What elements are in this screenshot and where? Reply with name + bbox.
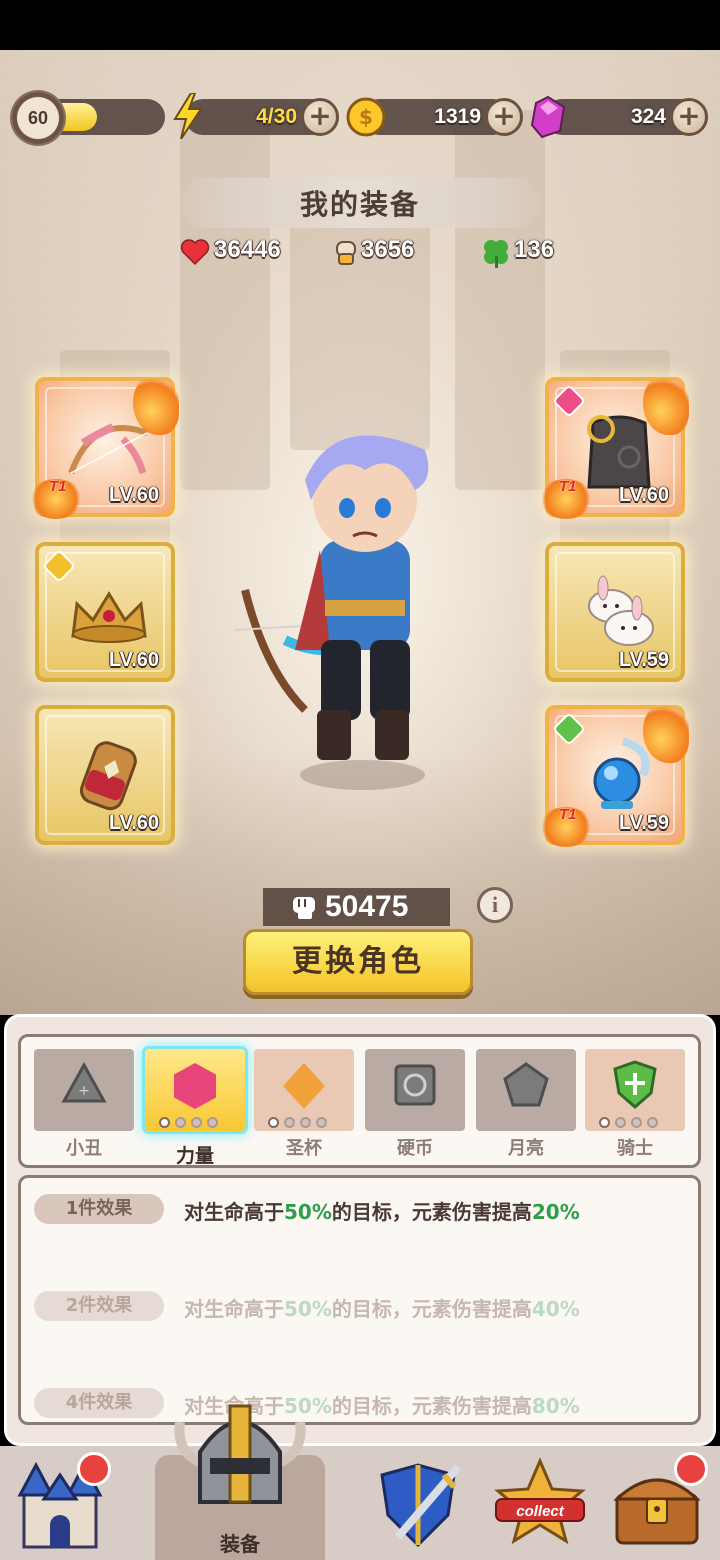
heart-icon [180,239,210,266]
hp-stat: 36446 [180,236,310,268]
gem-value: 324 [630,105,666,128]
effect-badge: 2件效果 [34,1291,164,1321]
drop-icon: + [61,1061,107,1103]
coin-set-icon [394,1064,436,1106]
boots-slot[interactable]: LV.59 [545,542,685,682]
info-icon[interactable]: i [477,887,513,923]
change-character-button[interactable]: 更换角色 [243,929,473,995]
tab-label: 圣杯 [286,1138,322,1159]
status-bar [0,0,720,50]
hero-archer-character[interactable] [225,410,495,800]
hp-value: 36446 [214,236,281,263]
crown-icon [71,591,147,643]
add-energy-button[interactable]: + [301,98,339,136]
nav-battle[interactable] [368,1455,468,1555]
gem-icon [530,95,566,139]
coin-value: 1319 [434,105,481,128]
slot-level: LV.59 [618,649,669,671]
tab-label: 硬币 [397,1138,433,1159]
orb-slot[interactable]: T1 LV.59 [539,703,689,847]
tier-label: T1 [559,806,577,823]
knight-helmet-icon[interactable] [170,1392,310,1522]
crystal-orb-icon [593,737,650,809]
set-progress-dots [159,1113,223,1132]
tab-label: 力量 [175,1145,214,1167]
armor-slot[interactable]: T1 LV.60 [539,375,689,519]
collect-star-icon: collect [494,1457,586,1545]
effect-description: 对生命高于50%的目标，元素伤害提高20% [184,1200,580,1224]
slot-level: LV.60 [108,484,159,506]
tab-grail[interactable] [254,1049,354,1131]
add-coins-button[interactable]: + [485,98,523,136]
effect-badge: 1件效果 [34,1194,164,1224]
sword-shield-icon [380,1463,462,1548]
set-progress-dots [599,1113,663,1132]
lightning-icon [173,93,203,139]
armor-icon [587,415,651,489]
nav-equipment-label[interactable]: 装备 [155,1528,325,1557]
tab-coin[interactable] [365,1049,465,1131]
coin-icon: $ [346,97,386,137]
tab-strength[interactable] [145,1049,245,1131]
moon-icon [503,1062,549,1107]
bunny-slippers-icon [588,575,654,646]
castle-notification-bell-icon [77,1452,111,1486]
svg-text:$: $ [359,105,373,129]
tab-label: 月亮 [508,1138,544,1159]
slot-level: LV.60 [618,484,669,506]
chest-notification-bell-icon [674,1452,708,1486]
bracer-slot[interactable]: LV.60 [35,705,175,845]
energy-value: 4/30 [256,105,297,128]
shield-icon [613,1060,657,1109]
page-title: 我的装备 [299,188,420,221]
tab-moon[interactable] [476,1049,576,1131]
tab-label: 小丑 [66,1138,102,1159]
bow-icon [68,423,149,475]
bow-slot[interactable]: T1 LV.60 [29,375,179,519]
combat-power-value: 50475 [325,890,409,923]
player-level-badge[interactable]: 60 [10,90,66,146]
fist-power-icon [293,897,315,919]
collect-label: collect [516,1503,565,1520]
coin-counter: $ 1319 + [345,97,525,137]
nav-collect[interactable]: collect [490,1455,590,1555]
gem-counter: 324 + [530,95,710,139]
fist-icon [336,241,356,265]
slot-level: LV.60 [108,812,159,834]
crown-slot[interactable]: LV.60 [35,542,175,682]
effect-badge: 4件效果 [34,1388,164,1418]
energy-counter: 4/30 + [173,93,345,139]
attack-value: 3656 [361,236,415,263]
slot-level: LV.60 [108,649,159,671]
tab-label: 骑士 [617,1138,653,1159]
slot-level: LV.59 [618,812,669,834]
tier-label: T1 [559,478,577,495]
add-gems-button[interactable]: + [670,98,708,136]
tier-label: T1 [49,478,67,495]
tab-knight[interactable] [585,1049,685,1131]
attack-stat: 3656 [333,236,443,268]
clover-icon [484,240,508,268]
luck-value: 136 [514,236,555,263]
bracer-icon [79,741,137,811]
svg-text:+: + [78,1083,90,1099]
pink-hex-icon [174,1063,216,1109]
set-progress-dots [268,1113,332,1132]
effect-description: 对生命高于50%的目标，元素伤害提高40% [184,1297,580,1321]
luck-stat: 136 [480,236,570,268]
tab-clown[interactable]: + [34,1049,134,1131]
goblet-icon [283,1063,325,1109]
